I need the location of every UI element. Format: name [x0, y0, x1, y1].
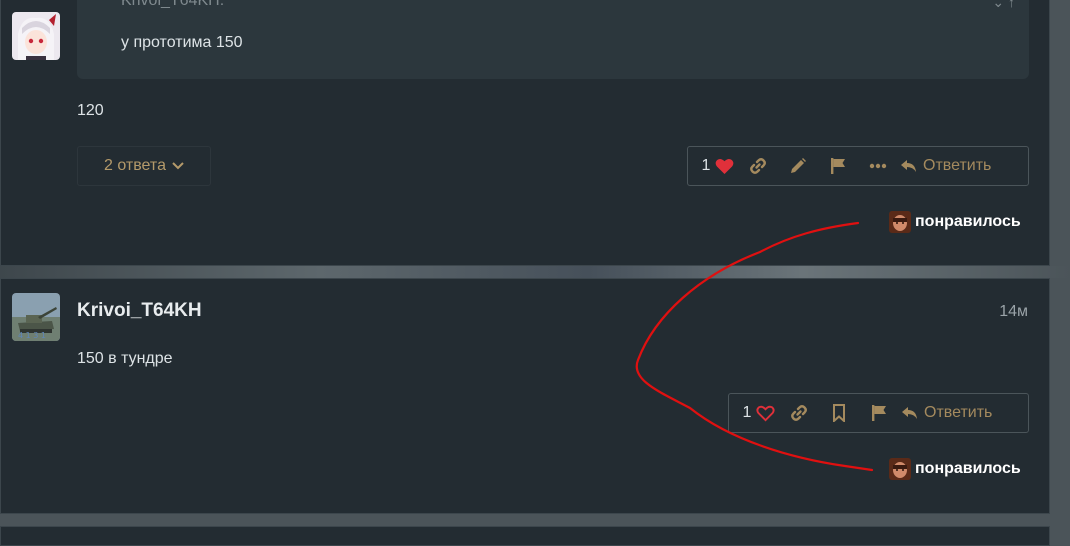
annotation-stroke [635, 221, 874, 472]
